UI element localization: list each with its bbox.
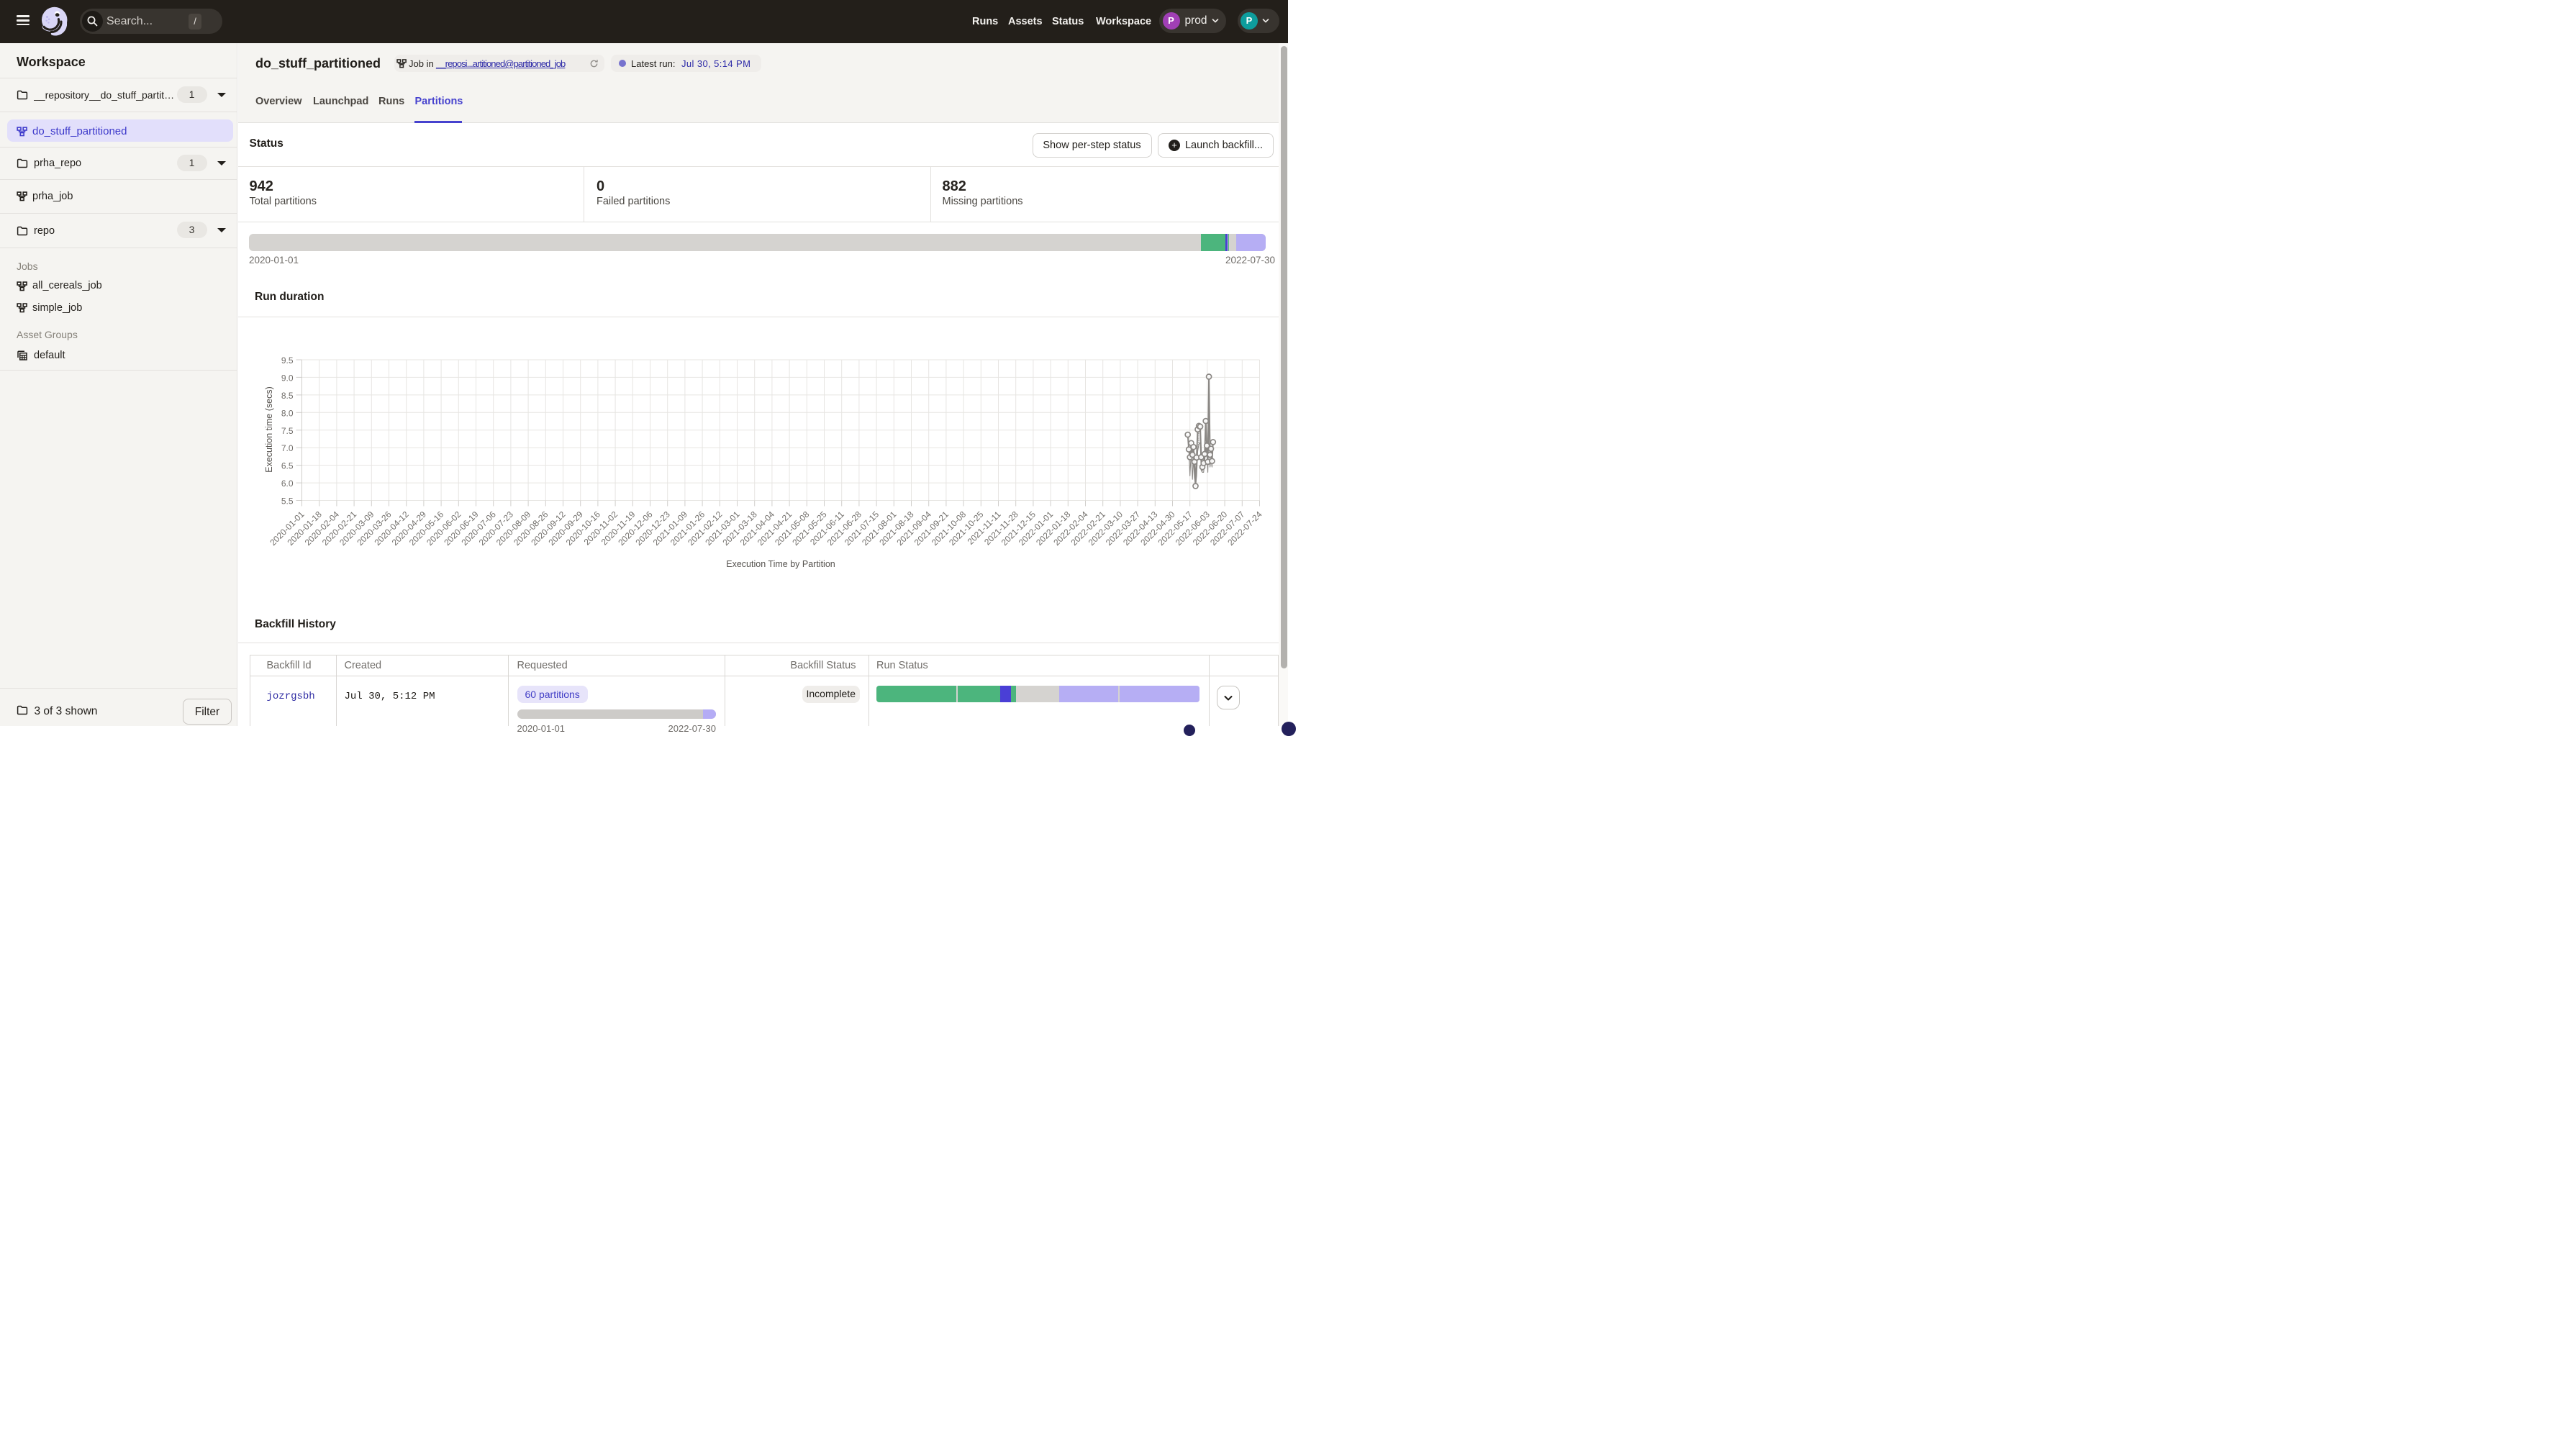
svg-text:7.0: 7.0 <box>281 443 294 453</box>
svg-text:Execution Time by Partition: Execution Time by Partition <box>726 559 835 569</box>
svg-text:8.0: 8.0 <box>281 408 294 418</box>
svg-text:6.5: 6.5 <box>281 461 294 471</box>
svg-text:Execution time (secs): Execution time (secs) <box>264 386 274 472</box>
svg-text:5.5: 5.5 <box>281 496 294 507</box>
svg-text:9.5: 9.5 <box>281 355 294 366</box>
svg-text:6.0: 6.0 <box>281 478 294 489</box>
svg-text:8.5: 8.5 <box>281 391 294 401</box>
svg-text:7.5: 7.5 <box>281 426 294 436</box>
svg-text:9.0: 9.0 <box>281 373 294 383</box>
